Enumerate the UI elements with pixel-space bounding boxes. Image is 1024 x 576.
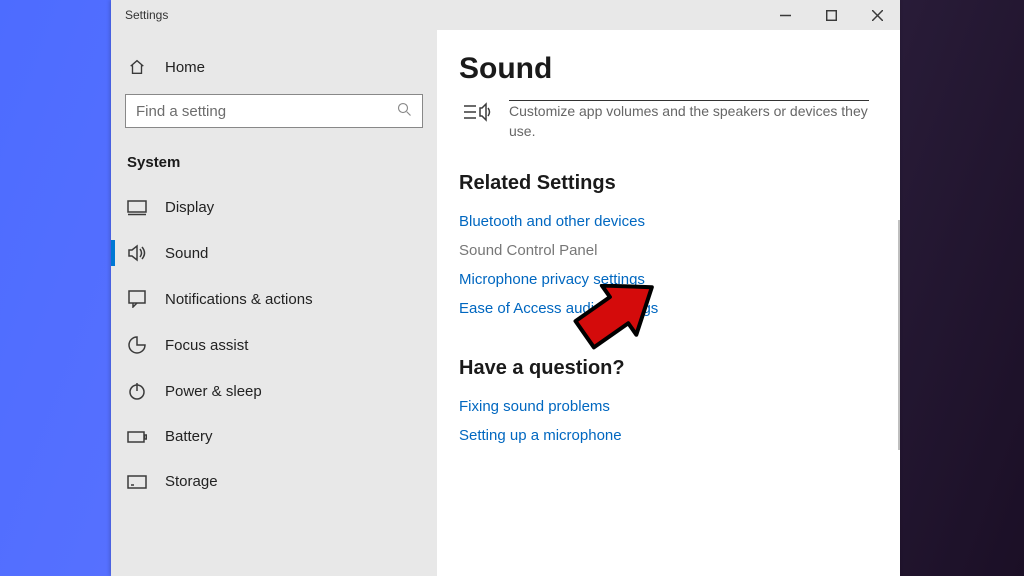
related-settings-heading: Related Settings xyxy=(459,172,874,195)
link-sound-control-panel[interactable]: Sound Control Panel xyxy=(459,236,874,265)
close-icon xyxy=(872,10,883,21)
minimize-button[interactable] xyxy=(762,0,808,30)
sidebar-item-label: Sound xyxy=(165,245,208,262)
app-volume-icon xyxy=(459,100,495,142)
sidebar-item-label: Power & sleep xyxy=(165,383,262,400)
sidebar-item-focus-assist[interactable]: Focus assist xyxy=(111,322,437,368)
scrollbar[interactable] xyxy=(898,220,900,450)
app-volume-desc: Customize app volumes and the speakers o… xyxy=(509,101,869,142)
link-microphone-privacy[interactable]: Microphone privacy settings xyxy=(459,265,874,294)
link-bluetooth-devices[interactable]: Bluetooth and other devices xyxy=(459,207,874,236)
notifications-icon xyxy=(127,290,147,308)
storage-icon xyxy=(127,475,147,489)
sidebar-item-sound[interactable]: Sound xyxy=(111,230,437,276)
sidebar-item-display[interactable]: Display xyxy=(111,185,437,230)
close-button[interactable] xyxy=(854,0,900,30)
settings-window: Settings Home Find a setting xyxy=(111,0,900,576)
content-area: Sound Customize app volumes and the spea… xyxy=(437,30,900,576)
maximize-button[interactable] xyxy=(808,0,854,30)
sidebar-item-power-sleep[interactable]: Power & sleep xyxy=(111,368,437,414)
focus-assist-icon xyxy=(127,336,147,354)
sidebar-item-storage[interactable]: Storage xyxy=(111,459,437,504)
display-icon xyxy=(127,200,147,216)
link-fixing-sound-problems[interactable]: Fixing sound problems xyxy=(459,392,874,421)
maximize-icon xyxy=(826,10,837,21)
app-volume-item[interactable]: Customize app volumes and the speakers o… xyxy=(459,100,874,142)
home-nav[interactable]: Home xyxy=(111,48,437,86)
sidebar-item-label: Storage xyxy=(165,473,218,490)
home-icon xyxy=(127,58,147,76)
power-icon xyxy=(127,382,147,400)
minimize-icon xyxy=(780,10,791,21)
window-title: Settings xyxy=(111,8,168,22)
search-input[interactable]: Find a setting xyxy=(125,94,423,128)
link-setting-up-microphone[interactable]: Setting up a microphone xyxy=(459,421,874,450)
sidebar-item-notifications[interactable]: Notifications & actions xyxy=(111,276,437,322)
sidebar-category: System xyxy=(111,146,437,185)
sidebar: Home Find a setting System Display So xyxy=(111,30,437,576)
search-icon xyxy=(397,102,412,121)
search-placeholder: Find a setting xyxy=(136,103,226,120)
sidebar-item-label: Display xyxy=(165,199,214,216)
sidebar-item-label: Focus assist xyxy=(165,337,248,354)
link-ease-of-access-audio[interactable]: Ease of Access audio settings xyxy=(459,294,874,323)
battery-icon xyxy=(127,431,147,443)
sidebar-item-label: Notifications & actions xyxy=(165,291,313,308)
have-a-question-heading: Have a question? xyxy=(459,357,874,380)
sound-icon xyxy=(127,244,147,262)
titlebar: Settings xyxy=(111,0,900,30)
page-title: Sound xyxy=(459,52,874,86)
window-body: Home Find a setting System Display So xyxy=(111,30,900,576)
sidebar-item-battery[interactable]: Battery xyxy=(111,414,437,459)
home-label: Home xyxy=(165,59,205,76)
sidebar-item-label: Battery xyxy=(165,428,213,445)
